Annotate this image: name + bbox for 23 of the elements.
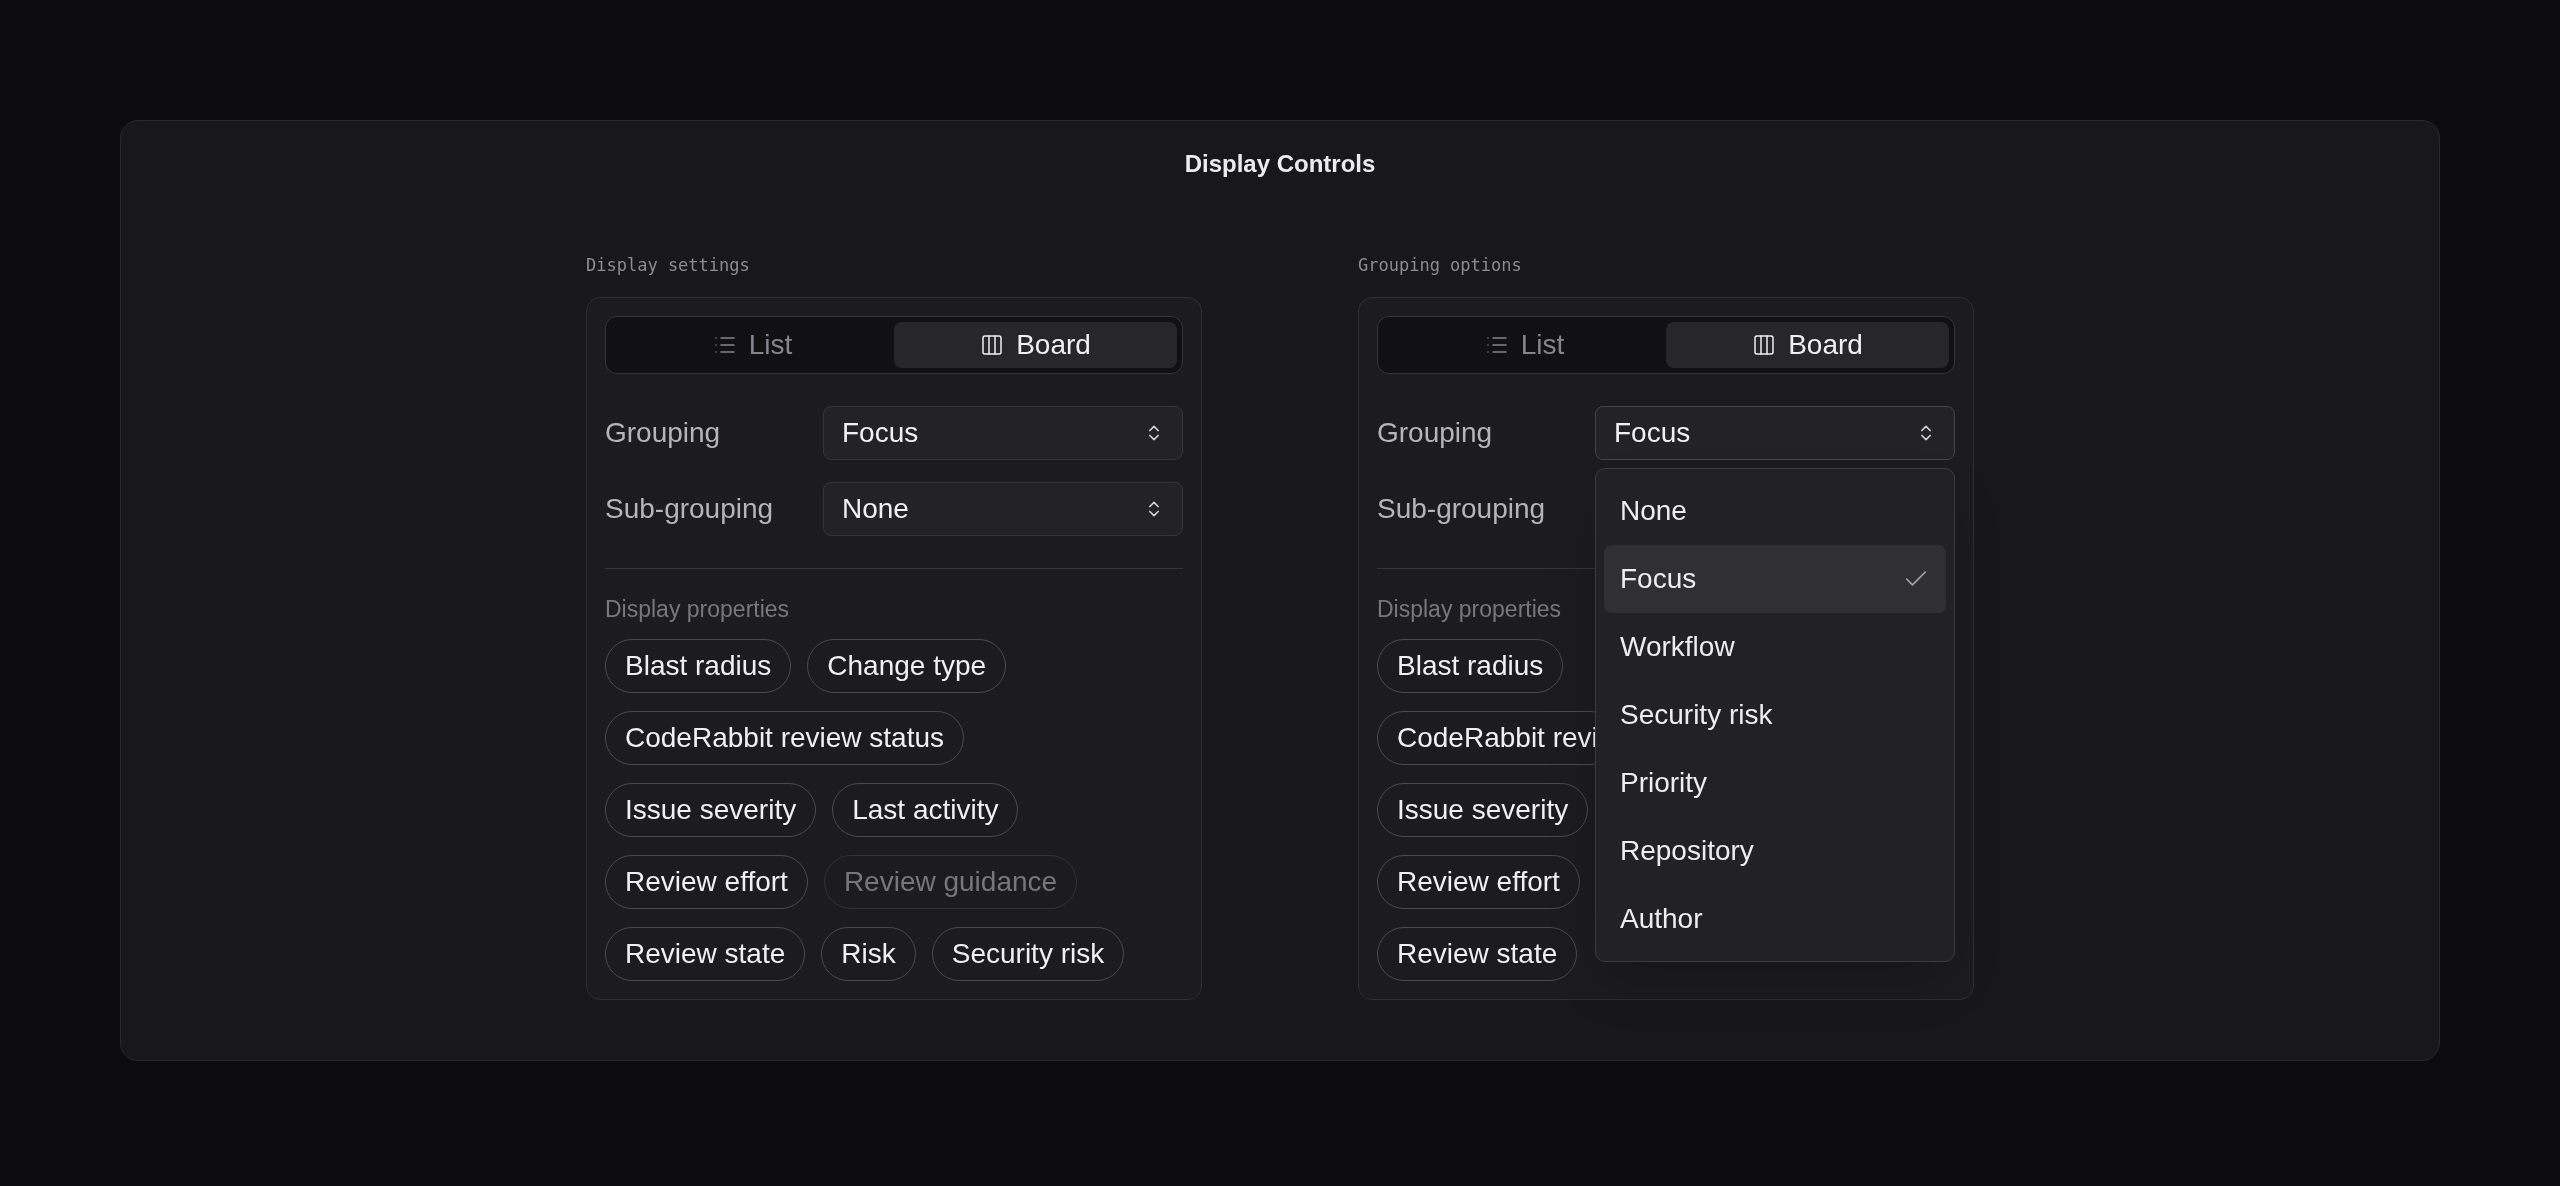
columns-icon	[1752, 333, 1777, 357]
view-tab[interactable]: List	[1383, 322, 1666, 368]
dropdown-option[interactable]: None	[1604, 477, 1946, 545]
field-label: Sub-grouping	[605, 492, 775, 526]
field-label: Sub-grouping	[1377, 492, 1547, 526]
section-label: Display properties	[1377, 595, 1563, 623]
dropdown-option[interactable]: Author	[1604, 885, 1946, 953]
select-field[interactable]: None	[823, 482, 1183, 536]
select-field[interactable]: Focus	[823, 406, 1183, 460]
page-title: Display Controls	[1184, 149, 1376, 179]
select-field[interactable]: Focus	[1595, 406, 1955, 460]
section-caption: Grouping options	[1358, 254, 1523, 277]
dropdown-option[interactable]: Focus	[1604, 545, 1946, 613]
view-tab[interactable]: Board	[894, 322, 1177, 368]
dropdown-option[interactable]: Repository	[1604, 817, 1946, 885]
section-label: Display properties	[605, 595, 791, 623]
columns-icon	[980, 333, 1005, 357]
section-caption: Display settings	[586, 254, 751, 277]
field-label: Grouping	[1377, 416, 1494, 450]
view-tab[interactable]: Board	[1666, 322, 1949, 368]
field-label: Grouping	[605, 416, 722, 450]
view-tab[interactable]: List	[611, 322, 894, 368]
dropdown-option[interactable]: Workflow	[1604, 613, 1946, 681]
